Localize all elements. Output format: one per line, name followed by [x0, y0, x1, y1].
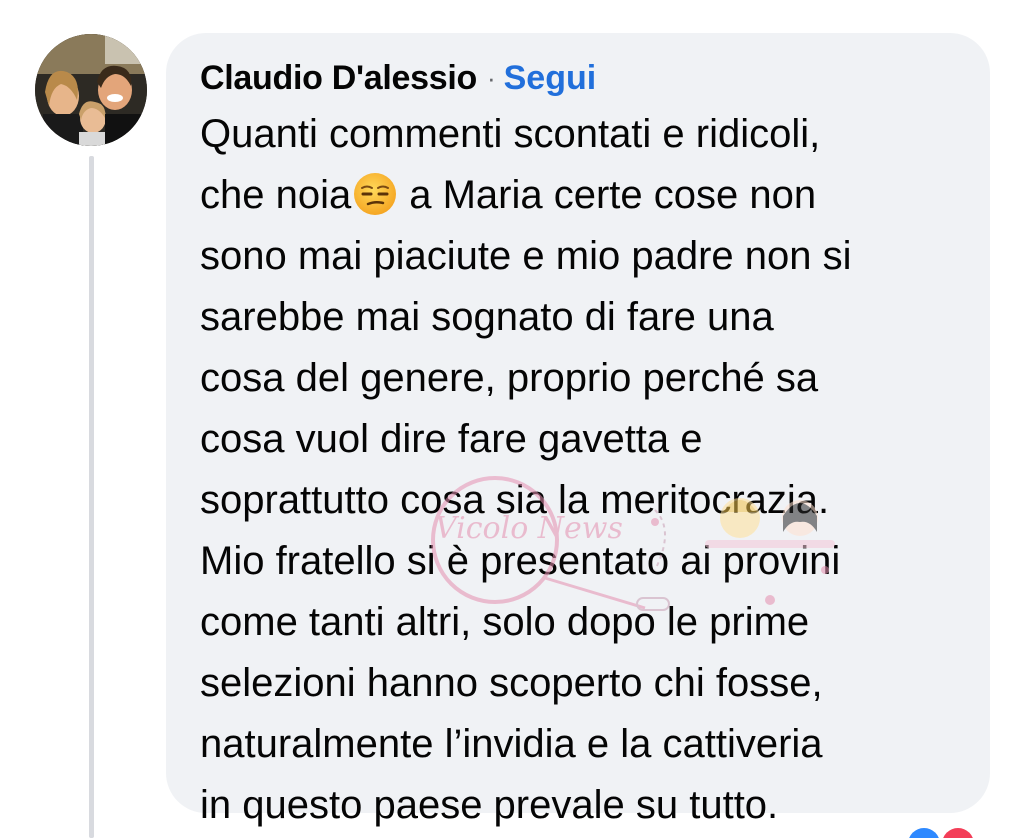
comment-line: naturalmente l’invidia e la cattiveria [200, 722, 823, 766]
comment-body: Quanti commenti scontati e ridicoli, che… [200, 104, 960, 836]
comment-text-segment: che noia [200, 173, 352, 217]
reply-thread-line [89, 156, 94, 838]
comment-line: cosa vuol dire fare gavetta e [200, 417, 703, 461]
separator-dot: · [486, 62, 496, 93]
comment-line: come tanti altri, solo dopo le prime [200, 600, 810, 644]
comment-line: selezioni hanno scoperto chi fosse, [200, 661, 823, 705]
comment-text-segment: a Maria certe cose non [409, 173, 817, 217]
comment-header: Claudio D'alessio · Segui [200, 55, 596, 101]
follow-button[interactable]: Segui [504, 59, 597, 98]
comment-line: Quanti commenti scontati e ridicoli, [200, 112, 821, 156]
love-reaction-icon [943, 828, 973, 838]
comment-line: in questo paese prevale su tutto. [200, 783, 779, 827]
author-name[interactable]: Claudio D'alessio [200, 59, 477, 98]
unamused-face-emoji [354, 173, 397, 215]
comment-thread: Claudio D'alessio · Segui Quanti comment… [0, 0, 1024, 838]
avatar-photo [35, 34, 147, 146]
reactions-summary[interactable] [898, 826, 998, 838]
comment-line: cosa del genere, proprio perché sa [200, 356, 819, 400]
avatar[interactable] [35, 34, 147, 146]
comment-line: Mio fratello si è presentato ai provini [200, 539, 841, 583]
comment-line: sarebbe mai sognato di fare una [200, 295, 774, 339]
like-reaction-icon [909, 828, 939, 838]
comment-line: soprattutto cosa sia la meritocrazia. [200, 478, 830, 522]
comment-line: che noia a Maria certe cose non [200, 165, 960, 226]
comment-line: sono mai piaciute e mio padre non si [200, 234, 852, 278]
